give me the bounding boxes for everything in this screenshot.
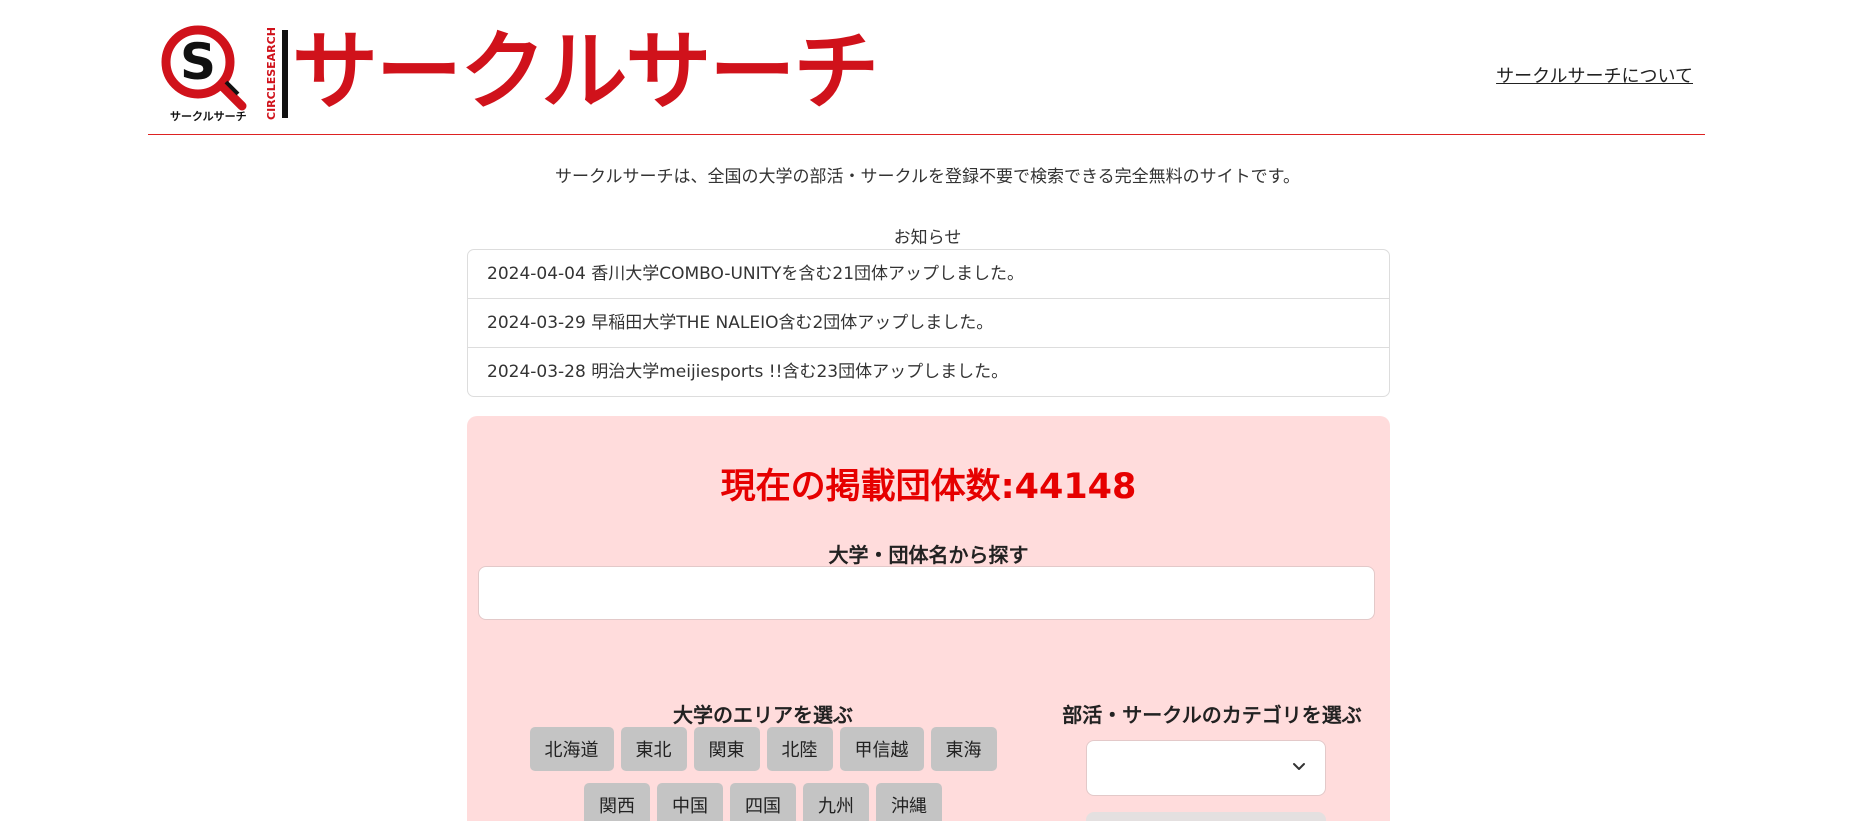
area-button-hokuriku[interactable]: 北陸 [766,727,833,771]
news-item[interactable]: 2024-04-04 香川大学COMBO-UNITYを含む21団体アップしました… [468,250,1389,299]
area-button-kanto[interactable]: 関東 [693,727,760,771]
category-secondary-control[interactable] [1086,812,1326,821]
area-button-tokai[interactable]: 東海 [930,727,997,771]
svg-text:S: S [180,33,216,91]
news-item[interactable]: 2024-03-29 早稲田大学THE NALEIO含む2団体アップしました。 [468,299,1389,348]
name-search-label: 大学・団体名から探す [828,543,1029,567]
area-button-okinawa[interactable]: 沖縄 [876,783,942,821]
news-item[interactable]: 2024-03-28 明治大学meijiesports !!含む23団体アップし… [468,348,1389,396]
chevron-down-icon [1293,763,1305,770]
logo-vertical-text: CIRCLESEARCH [265,28,278,120]
logo-divider-bar [282,30,288,118]
area-button-hokkaido[interactable]: 北海道 [529,727,614,771]
site-header: S サークルサーチ CIRCLESEARCH サークルサーチ サークルサーチにつ… [148,0,1705,135]
site-intro-text: サークルサーチは、全国の大学の部活・サークルを登録不要で検索できる完全無料のサイ… [555,167,1300,187]
area-button-group: 北海道 東北 関東 北陸 甲信越 東海 関西 中国 四国 九州 沖縄 [519,727,1007,821]
category-select-label: 部活・サークルのカテゴリを選ぶ [1062,703,1362,727]
news-list: 2024-04-04 香川大学COMBO-UNITYを含む21団体アップしました… [467,249,1390,397]
circle-count-title: 現在の掲載団体数:44148 [720,467,1137,507]
news-heading: お知らせ [893,228,962,248]
name-search-input[interactable] [478,566,1375,620]
page: S サークルサーチ CIRCLESEARCH サークルサーチ サークルサーチにつ… [0,0,1855,821]
category-select[interactable] [1086,740,1326,796]
logo-small-text: サークルサーチ [170,110,247,123]
area-select-label: 大学のエリアを選ぶ [673,703,853,727]
area-button-kyushu[interactable]: 九州 [803,783,869,821]
about-link[interactable]: サークルサーチについて [1496,62,1693,88]
site-logo-link[interactable]: S サークルサーチ CIRCLESEARCH サークルサーチ [160,24,879,128]
area-button-shikoku[interactable]: 四国 [730,783,796,821]
area-button-kansai[interactable]: 関西 [584,783,650,821]
area-button-chugoku[interactable]: 中国 [657,783,723,821]
area-button-koshinetsu[interactable]: 甲信越 [839,727,924,771]
search-panel: 現在の掲載団体数:44148 大学・団体名から探す 大学のエリアを選ぶ 北海道 … [467,416,1390,821]
logo-title: サークルサーチ [292,22,879,122]
area-button-tohoku[interactable]: 東北 [620,727,687,771]
